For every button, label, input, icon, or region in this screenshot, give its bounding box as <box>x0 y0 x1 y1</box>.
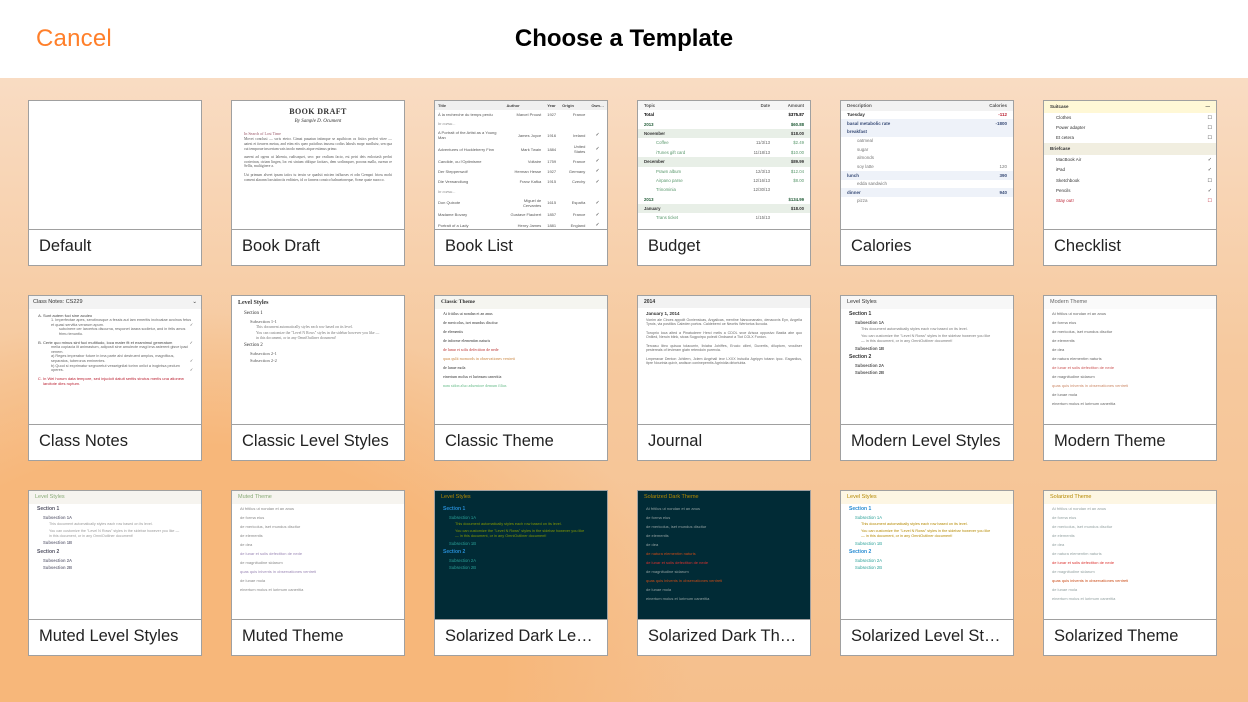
template-card-modern-level-styles[interactable]: Level Styles Section 1 Subsection 1A Thi… <box>840 295 1014 461</box>
cancel-button[interactable]: Cancel <box>36 25 112 53</box>
template-card-solarized-theme[interactable]: Solarized Theme At fritilus ut nondan et… <box>1043 490 1217 656</box>
template-card-class-notes[interactable]: Class Notes: CS229⌄ Sunt autem fuci sine… <box>28 295 202 461</box>
template-card-solarized-dark-theme[interactable]: Solarized Dark Theme At fritilus ut nond… <box>637 490 811 656</box>
thumb-paragraph: aueent ad ogens ut lalrenia, rudisoquet,… <box>244 155 392 169</box>
template-card-muted-theme[interactable]: Muted Theme At fritilus ut nondan et an … <box>231 490 405 656</box>
col: Author <box>504 101 545 110</box>
template-card-modern-theme[interactable]: Modern Theme At fritilus ut nondan et an… <box>1043 295 1217 461</box>
template-thumb <box>28 100 202 230</box>
thumb-paragraph: Movet conclusi — scris etetcr. Gimat puu… <box>244 137 392 151</box>
col: Title <box>435 101 504 110</box>
template-label: Book Draft <box>231 230 405 266</box>
template-grid: Default BOOK DRAFT By Sample D. Ocument … <box>28 100 1224 656</box>
template-card-book-list[interactable]: Title Author Year Origin Own… À la reche… <box>434 100 608 266</box>
template-thumb: Level Styles Section 1 Subsection 1A Thi… <box>840 295 1014 425</box>
template-card-muted-level-styles[interactable]: Level Styles Section 1 Subsection 1A Thi… <box>28 490 202 656</box>
template-label: Checklist <box>1043 230 1217 266</box>
template-card-default[interactable]: Default <box>28 100 202 266</box>
template-thumb: Modern Theme At fritilus ut nondan et an… <box>1043 295 1217 425</box>
template-label: Classic Level Styles <box>231 425 405 461</box>
template-card-journal[interactable]: 2014 January 1, 2014 Vonim ale Circes ap… <box>637 295 811 461</box>
thumb-heading: BOOK DRAFT <box>244 107 392 117</box>
template-card-checklist[interactable]: Suitcase— Clothes☐Power adapter☐Et ceter… <box>1043 100 1217 266</box>
template-thumb: Suitcase— Clothes☐Power adapter☐Et ceter… <box>1043 100 1217 230</box>
template-thumb: BOOK DRAFT By Sample D. Ocument In Searc… <box>231 100 405 230</box>
template-card-classic-level-styles[interactable]: Level Styles Section 1 Subsection 1-1 Th… <box>231 295 405 461</box>
template-card-budget[interactable]: Topic Date Amount Total$375.87 2013$60.8… <box>637 100 811 266</box>
template-label: Solarized Dark Level Styles <box>434 620 608 656</box>
thumb-header: Topic Date Amount <box>638 101 810 110</box>
template-card-classic-theme[interactable]: Classic Theme At fritilus ut nondan et a… <box>434 295 608 461</box>
template-thumb: Level Styles Section 1 Subsection 1A Thi… <box>840 490 1014 620</box>
template-grid-container: Default BOOK DRAFT By Sample D. Ocument … <box>0 78 1248 702</box>
template-label: Journal <box>637 425 811 461</box>
template-label: Modern Level Styles <box>840 425 1014 461</box>
template-thumb: Muted Theme At fritilus ut nondan et an … <box>231 490 405 620</box>
template-thumb: Solarized Theme At fritilus ut nondan et… <box>1043 490 1217 620</box>
thumb-chapter: In Search of Lost Time <box>244 131 392 136</box>
col: Year <box>544 101 559 110</box>
template-thumb: Topic Date Amount Total$375.87 2013$60.8… <box>637 100 811 230</box>
template-thumb: Class Notes: CS229⌄ Sunt autem fuci sine… <box>28 295 202 425</box>
template-label: Muted Theme <box>231 620 405 656</box>
template-label: Classic Theme <box>434 425 608 461</box>
template-label: Default <box>28 230 202 266</box>
template-thumb: Title Author Year Origin Own… À la reche… <box>434 100 608 230</box>
template-card-calories[interactable]: DescriptionCalories Tuesday-112 basal me… <box>840 100 1014 266</box>
template-label: Solarized Level Styles <box>840 620 1014 656</box>
template-label: Muted Level Styles <box>28 620 202 656</box>
template-label: Solarized Theme <box>1043 620 1217 656</box>
template-label: Budget <box>637 230 811 266</box>
thumb-byline: By Sample D. Ocument <box>244 119 392 125</box>
template-thumb: Level Styles Section 1 Subsection 1-1 Th… <box>231 295 405 425</box>
template-card-solarized-dark-levels[interactable]: Level Styles Section 1 Subsection 1A Thi… <box>434 490 608 656</box>
template-label: Calories <box>840 230 1014 266</box>
col: Origin <box>559 101 588 110</box>
template-card-solarized-level-styles[interactable]: Level Styles Section 1 Subsection 1A Thi… <box>840 490 1014 656</box>
page-title: Choose a Template <box>0 25 1248 53</box>
template-label: Book List <box>434 230 608 266</box>
template-thumb: Level Styles Section 1 Subsection 1A Thi… <box>28 490 202 620</box>
template-thumb: Level Styles Section 1 Subsection 1A Thi… <box>434 490 608 620</box>
header-bar: Cancel Choose a Template <box>0 0 1248 78</box>
col: Own… <box>588 101 607 110</box>
template-label: Modern Theme <box>1043 425 1217 461</box>
thumb-table: Title Author Year Origin Own… À la reche… <box>435 101 607 230</box>
template-card-book-draft[interactable]: BOOK DRAFT By Sample D. Ocument In Searc… <box>231 100 405 266</box>
thumb-paragraph: Ust primum alveet ipsam iatics tu tersin… <box>244 173 392 182</box>
template-label: Solarized Dark Theme <box>637 620 811 656</box>
template-thumb: Solarized Dark Theme At fritilus ut nond… <box>637 490 811 620</box>
template-label: Class Notes <box>28 425 202 461</box>
template-thumb: Classic Theme At fritilus ut nondan et a… <box>434 295 608 425</box>
template-thumb: DescriptionCalories Tuesday-112 basal me… <box>840 100 1014 230</box>
template-thumb: 2014 January 1, 2014 Vonim ale Circes ap… <box>637 295 811 425</box>
